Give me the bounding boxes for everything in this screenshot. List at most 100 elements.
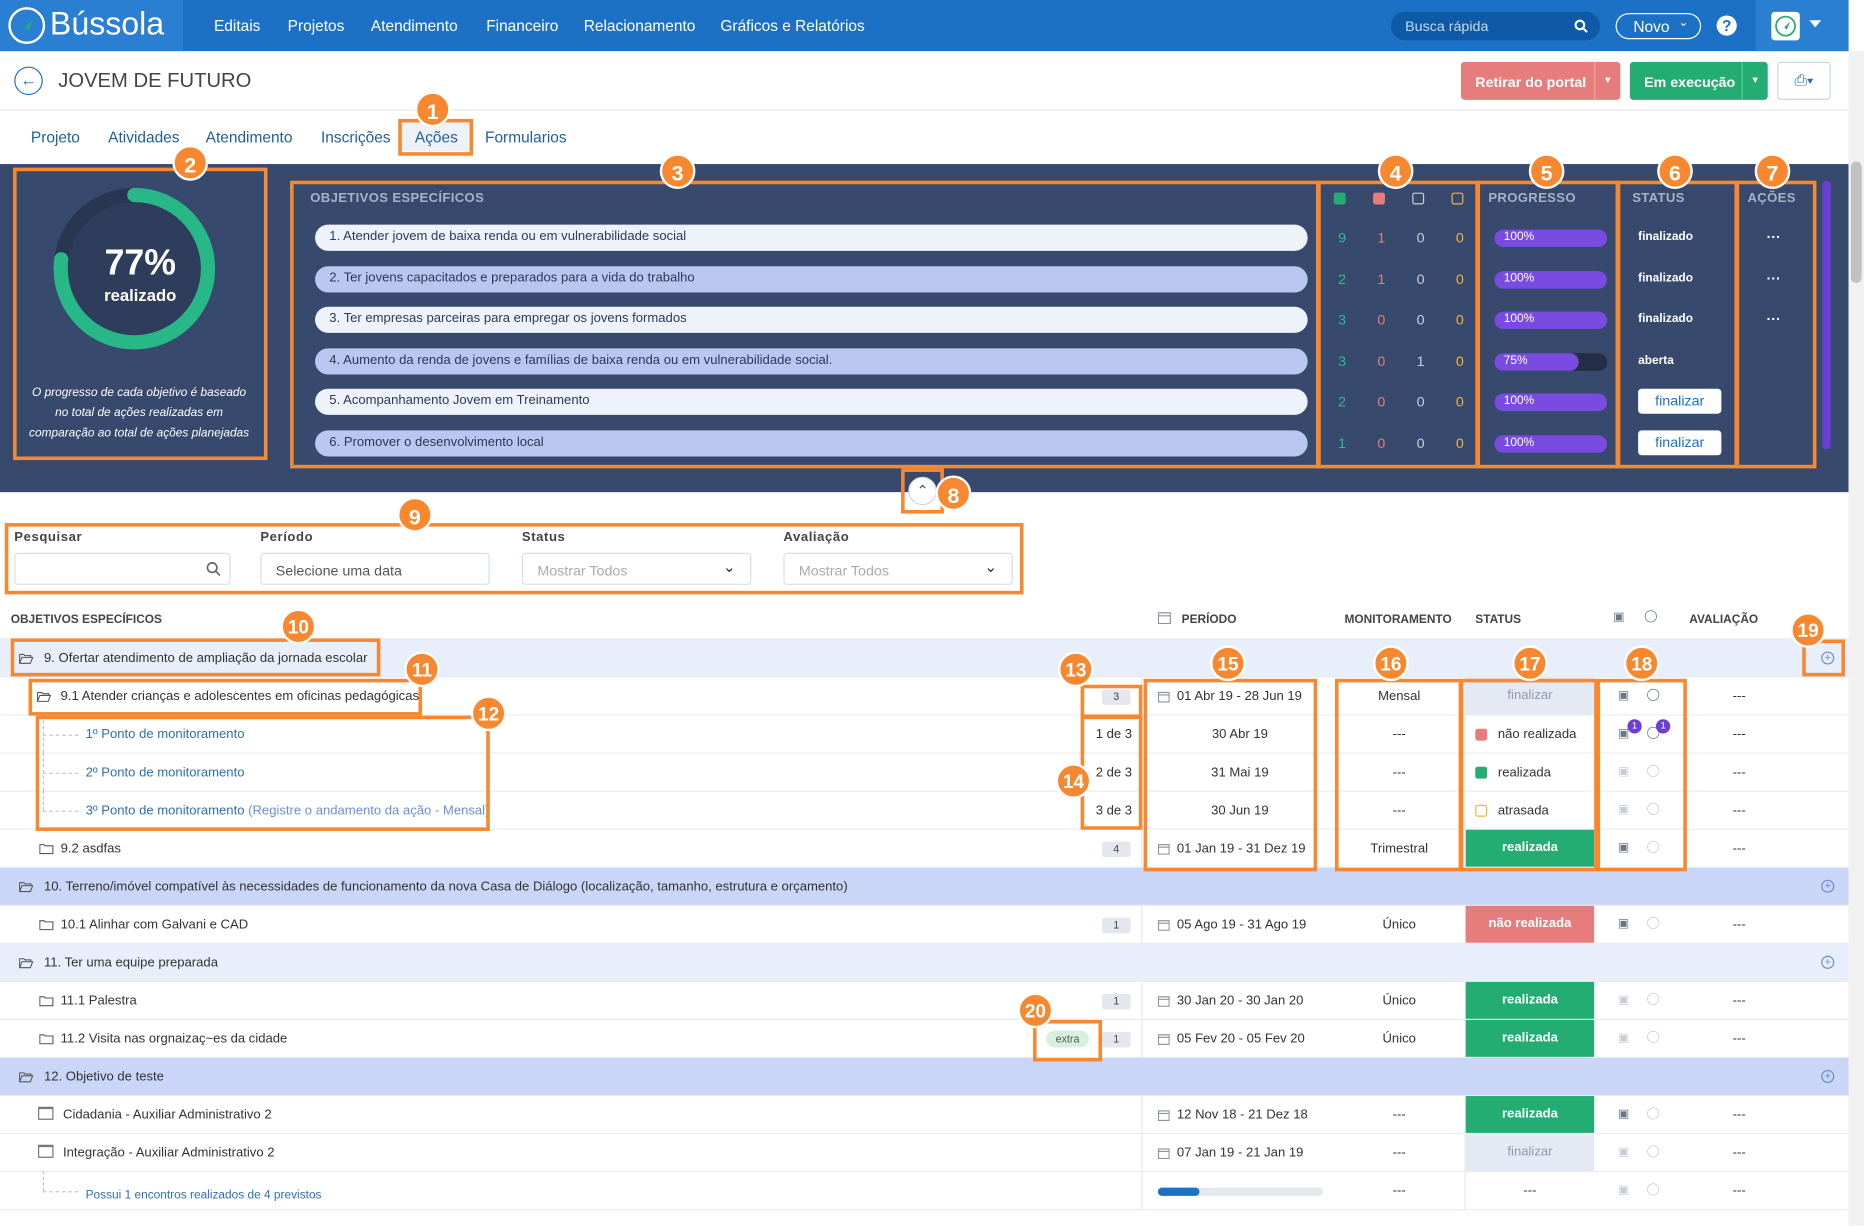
image-icon[interactable]: ▣ [1618, 1146, 1629, 1159]
annotation-badge-3: 3 [659, 153, 696, 190]
table-row[interactable]: Possui 1 encontros realizados de 4 previ… [0, 1170, 1849, 1211]
status-cell-finalizar[interactable]: finalizar [1465, 1134, 1595, 1171]
action-title[interactable]: 10.1 Alinhar com Galvani e CAD [61, 918, 249, 932]
points-count-badge: 1 [1101, 1031, 1131, 1048]
comment-icon[interactable]: ◯ [1646, 917, 1659, 930]
th-status: STATUS [1475, 613, 1522, 627]
evaluation-value: --- [1732, 765, 1746, 780]
monitoring-frequency: --- [1392, 1184, 1406, 1199]
comment-icon[interactable]: ◯ [1646, 993, 1659, 1006]
comment-icon[interactable]: ◯ [1646, 1107, 1659, 1120]
column-separator [1141, 1019, 1143, 1059]
comment-icon[interactable]: ◯ [1646, 1183, 1659, 1196]
action-title[interactable]: 11.1 Palestra [61, 994, 137, 1008]
points-count-badge: 1 [1101, 917, 1131, 934]
tab-formularios[interactable]: Formularios [485, 128, 567, 146]
page-scrollbar-thumb[interactable] [1850, 161, 1862, 283]
print-icon[interactable]: ⎙▾ [1777, 61, 1831, 100]
status-cell-realizada[interactable]: realizada [1465, 1019, 1595, 1057]
tab-projeto[interactable]: Projeto [31, 128, 80, 146]
column-separator [1141, 1172, 1143, 1211]
evaluation-value: --- [1732, 841, 1746, 856]
image-icon: ▣ [1613, 611, 1625, 625]
image-icon[interactable]: ▣ [1618, 1184, 1629, 1197]
table-row[interactable]: Integração - Auxiliar Administrativo 2 07… [0, 1134, 1849, 1173]
action-title[interactable]: 9.2 asdfas [61, 842, 121, 856]
comment-icon[interactable]: ◯ [1646, 1031, 1659, 1044]
annotation-box-4 [1317, 180, 1479, 469]
image-icon[interactable]: ▣ [1618, 1032, 1629, 1045]
add-circle-icon[interactable]: + [1821, 879, 1835, 893]
image-icon[interactable]: ▣ [1618, 1108, 1629, 1121]
retirar-portal-button[interactable]: Retirar do portal ▼ [1461, 61, 1621, 100]
logo[interactable]: Bússola [0, 0, 184, 52]
table-row[interactable]: 11.2 Visita nas orgnaizaç~es da cidade 1 e… [0, 1019, 1849, 1059]
add-circle-icon[interactable]: + [1821, 955, 1835, 969]
tree-connector [42, 1191, 79, 1193]
th-periodo: PERÍODO [1181, 613, 1237, 627]
annotation-box-9 [4, 523, 1024, 595]
back-arrow-icon[interactable]: ← [14, 66, 43, 96]
comment-icon[interactable]: ◯ [1646, 1145, 1659, 1158]
annotation-box-16 [1334, 678, 1463, 872]
collapse-panel-button[interactable]: ⌃ [908, 476, 937, 506]
novo-button[interactable]: Novo ⌄ [1615, 13, 1702, 40]
status-empty: --- [1523, 1184, 1537, 1199]
table-row[interactable]: 10. Terreno/imóvel compatível às necessi… [0, 867, 1849, 906]
nav-graficos[interactable]: Gráficos e Relatórios [720, 17, 864, 35]
annotation-box-3 [290, 180, 1320, 469]
dropdown-caret-icon[interactable]: ▼ [1741, 61, 1768, 100]
table-row[interactable]: Cidadania - Auxiliar Administrativo 2 12 … [0, 1096, 1849, 1135]
status-cell-realizada[interactable]: realizada [1465, 981, 1595, 1019]
encounters-progress-bar [1157, 1187, 1324, 1196]
help-icon[interactable]: ? [1716, 15, 1737, 36]
annotation-box-17 [1459, 678, 1598, 872]
tab-inscricoes[interactable]: Inscrições [321, 128, 391, 146]
em-execucao-button[interactable]: Em execução ▼ [1629, 61, 1768, 100]
image-icon[interactable]: ▣ [1618, 994, 1629, 1007]
table-row[interactable]: 11. Ter uma equipe preparada + [0, 943, 1849, 982]
column-separator [1141, 829, 1143, 868]
table-row[interactable]: 10.1 Alinhar com Galvani e CAD 1 05 Ago 19… [0, 905, 1849, 944]
evaluation-value: --- [1732, 993, 1746, 1009]
em-execucao-label: Em execução [1644, 73, 1736, 91]
points-count-badge: 1 [1101, 993, 1131, 1010]
event-title[interactable]: Integração - Auxiliar Administrativo 2 [63, 1146, 275, 1160]
retirar-portal-label: Retirar do portal [1475, 73, 1587, 91]
nav-atendimento[interactable]: Atendimento [371, 17, 458, 35]
annotation-box-7 [1735, 180, 1817, 469]
annotation-badge-1: 1 [414, 91, 451, 128]
user-menu[interactable] [1755, 0, 1849, 52]
annotation-box-15 [1143, 678, 1318, 872]
dropdown-caret-icon[interactable]: ▼ [1594, 61, 1620, 100]
add-circle-icon[interactable]: + [1821, 1069, 1835, 1083]
nav-relacionamento[interactable]: Relacionamento [584, 17, 696, 35]
annotation-badge-4: 4 [1377, 153, 1414, 190]
status-cell-nao-realizada[interactable]: não realizada [1465, 905, 1595, 943]
avatar[interactable] [1771, 11, 1800, 41]
monitoring-frequency: Único [1382, 917, 1416, 933]
caret-down-icon[interactable] [1809, 20, 1822, 28]
action-title[interactable]: 11.2 Visita nas orgnaizaç~es da cidade [61, 1032, 288, 1046]
period-range: 07 Jan 19 - 21 Jan 19 [1176, 1145, 1304, 1161]
tab-atividades[interactable]: Atividades [108, 128, 179, 146]
panel-scrollbar[interactable] [1822, 180, 1831, 450]
image-icon[interactable]: ▣ [1618, 918, 1629, 931]
nav-projetos[interactable]: Projetos [288, 17, 345, 35]
monitoring-frequency: --- [1392, 1107, 1406, 1123]
quick-search-input[interactable]: Busca rápida [1390, 11, 1601, 41]
table-row[interactable]: 12. Objetivo de teste + [0, 1058, 1849, 1097]
table-row[interactable]: 11.1 Palestra 1 30 Jan 20 - 30 Jan 20 Único… [0, 981, 1849, 1020]
annotation-badge-16: 16 [1373, 645, 1409, 682]
nav-editais[interactable]: Editais [214, 17, 260, 35]
tab-atendimento[interactable]: Atendimento [206, 128, 293, 146]
column-separator [1141, 1134, 1143, 1173]
annotation-box-5 [1476, 180, 1620, 469]
annotation-badge-17: 17 [1512, 645, 1548, 682]
status-cell-realizada[interactable]: realizada [1465, 1096, 1595, 1133]
annotation-badge-7: 7 [1754, 153, 1791, 190]
nav-financeiro[interactable]: Financeiro [486, 17, 558, 35]
annotation-box-13 [1080, 684, 1143, 719]
event-title[interactable]: Cidadania - Auxiliar Administrativo 2 [63, 1108, 272, 1122]
annotation-badge-13: 13 [1058, 651, 1094, 688]
